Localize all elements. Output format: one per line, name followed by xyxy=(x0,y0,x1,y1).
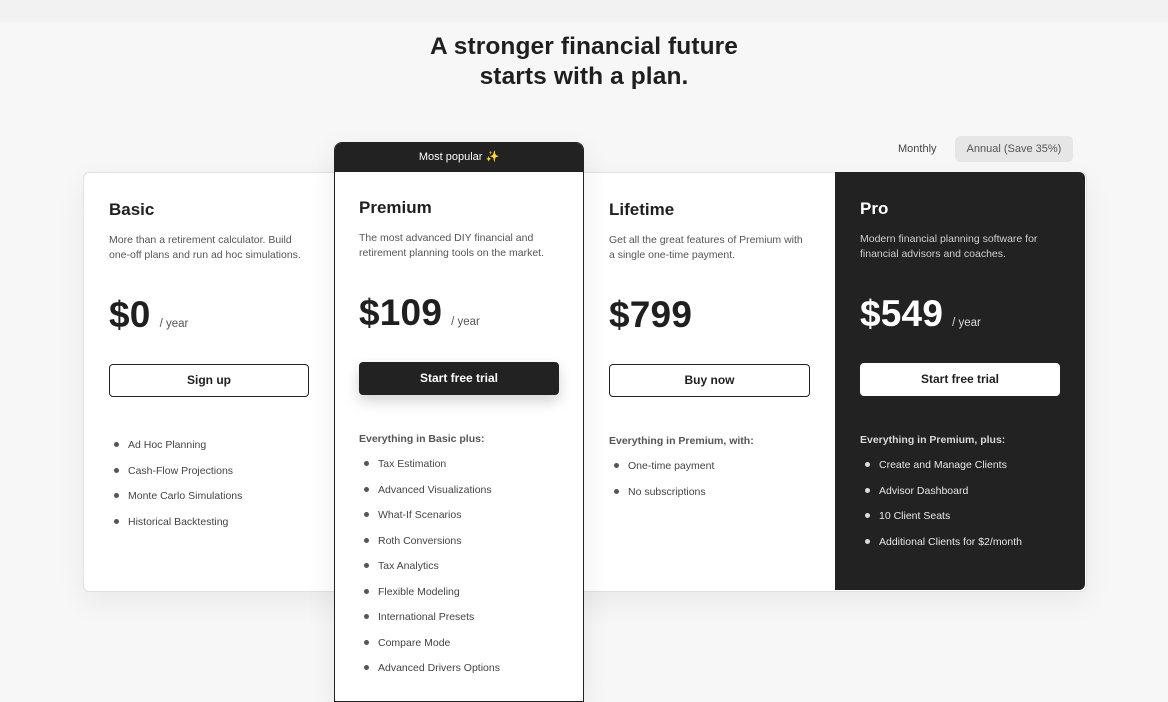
list-item: Historical Backtesting xyxy=(109,510,309,536)
premium-start-free-trial-button[interactable]: Start free trial xyxy=(359,362,559,395)
list-item: Monte Carlo Simulations xyxy=(109,484,309,510)
list-item: Tax Estimation xyxy=(359,452,559,478)
feature-list: Tax Estimation Advanced Visualizations W… xyxy=(359,452,559,682)
plan-card-basic: Basic More than a retirement calculator.… xyxy=(84,173,334,589)
features-heading: Everything in Premium, plus: xyxy=(860,434,1006,446)
headline-line-2: starts with a plan. xyxy=(479,63,689,90)
list-item: Flexible Modeling xyxy=(359,580,559,606)
list-item: Create and Manage Clients xyxy=(860,453,1060,479)
buy-now-button[interactable]: Buy now xyxy=(609,364,810,397)
list-item: Advisor Dashboard xyxy=(860,479,1060,505)
plan-price: $109 xyxy=(359,292,443,333)
list-item: Tax Analytics xyxy=(359,554,559,580)
sign-up-button[interactable]: Sign up xyxy=(109,364,309,397)
list-item: Ad Hoc Planning xyxy=(109,433,309,459)
plan-price: $799 xyxy=(609,294,693,335)
feature-list: Ad Hoc Planning Cash-Flow Projections Mo… xyxy=(109,433,309,535)
list-item: International Presets xyxy=(359,605,559,631)
list-item: One-time payment xyxy=(609,454,810,480)
billing-period-toggle: Monthly Annual (Save 35%) xyxy=(886,136,1074,162)
list-item: Advanced Visualizations xyxy=(359,478,559,504)
price-period: / year xyxy=(451,316,480,328)
page-headline: A stronger financial future starts with … xyxy=(0,32,1168,92)
plan-card-lifetime: Lifetime Get all the great features of P… xyxy=(584,173,835,589)
feature-list: One-time payment No subscriptions xyxy=(609,454,810,505)
price-period: / year xyxy=(952,317,981,329)
pro-start-free-trial-button[interactable]: Start free trial xyxy=(860,363,1060,396)
plan-description: Get all the great features of Premium wi… xyxy=(609,234,803,261)
price-row: $549 / year xyxy=(860,294,1060,340)
list-item: Compare Mode xyxy=(359,631,559,657)
price-row: $109 / year xyxy=(359,293,559,339)
plan-card-pro: Pro Modern financial planning software f… xyxy=(835,172,1085,590)
plan-name: Premium xyxy=(359,198,432,217)
plan-name: Pro xyxy=(860,199,889,218)
plan-name: Lifetime xyxy=(609,200,675,219)
list-item: What-If Scenarios xyxy=(359,503,559,529)
plan-description: The most advanced DIY financial and reti… xyxy=(359,232,545,259)
features-heading: Everything in Premium, with: xyxy=(609,435,754,447)
plan-description: More than a retirement calculator. Build… xyxy=(109,234,301,261)
list-item: Advanced Drivers Options xyxy=(359,656,559,682)
price-period: / year xyxy=(159,318,189,330)
plan-name: Basic xyxy=(109,200,155,219)
price-row: $0 / year xyxy=(109,295,309,341)
most-popular-badge: Most popular ✨ xyxy=(335,143,583,172)
headline-line-1: A stronger financial future xyxy=(429,33,739,60)
plan-price: $0 xyxy=(109,294,151,335)
plan-price: $549 xyxy=(860,293,944,334)
plan-description: Modern financial planning software for f… xyxy=(860,233,1038,260)
plan-card-premium: Most popular ✨ Premium The most advanced… xyxy=(334,142,584,702)
list-item: No subscriptions xyxy=(609,480,810,506)
annual-toggle-button[interactable]: Annual (Save 35%) xyxy=(954,136,1074,162)
features-heading: Everything in Basic plus: xyxy=(359,433,485,445)
list-item: Additional Clients for $2/month xyxy=(860,530,1060,556)
monthly-toggle-button[interactable]: Monthly xyxy=(886,136,949,162)
price-row: $799 xyxy=(609,295,810,341)
list-item: 10 Client Seats xyxy=(860,504,1060,530)
list-item: Cash-Flow Projections xyxy=(109,459,309,485)
feature-list: Create and Manage Clients Advisor Dashbo… xyxy=(860,453,1060,555)
pricing-page: A stronger financial future starts with … xyxy=(0,0,1168,702)
list-item: Roth Conversions xyxy=(359,529,559,555)
